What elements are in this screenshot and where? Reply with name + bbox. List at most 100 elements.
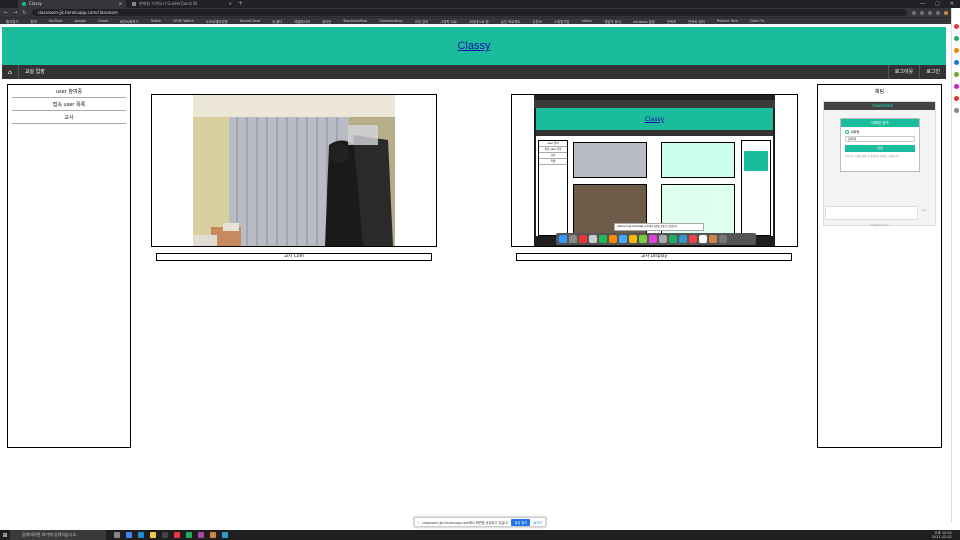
tab-classy[interactable]: Classy ✕: [18, 0, 126, 8]
bookmark-item[interactable]: google: [75, 19, 86, 23]
nickname-input[interactable]: 관리자: [845, 136, 915, 142]
forward-icon[interactable]: →: [13, 10, 17, 16]
app-icon[interactable]: [198, 532, 204, 538]
app-icon[interactable]: [222, 532, 228, 538]
app-icon[interactable]: [953, 48, 959, 53]
teacher-item[interactable]: 교사: [12, 113, 126, 124]
bookmark-item[interactable]: windows 설정: [633, 19, 655, 24]
maximize-icon[interactable]: ▢: [935, 0, 940, 8]
app-icon[interactable]: [953, 108, 959, 113]
new-tab-button[interactable]: +: [238, 0, 243, 8]
profile-icon[interactable]: [944, 10, 948, 15]
vscode-icon[interactable]: [138, 532, 144, 538]
extension-icon[interactable]: [928, 10, 932, 15]
site-title-link[interactable]: Classy: [457, 40, 490, 52]
bookmark-item[interactable]: 코딩테스트 정: [469, 19, 489, 24]
stop-sharing-button[interactable]: 공유 중지: [511, 518, 531, 526]
bookmark-item[interactable]: 연락처 정리: [688, 19, 705, 24]
dock-app-icon: [699, 235, 707, 243]
nav-classroom-link[interactable]: 교실 입장: [17, 65, 51, 79]
bookmark-item[interactable]: NYSE Watch: [173, 19, 194, 23]
bookmark-item[interactable]: 연락처: [667, 19, 676, 24]
nav-right-group: 로그아웃 로그인: [887, 65, 946, 79]
url-input[interactable]: classroom-jjk.herokuapp.com/classroom: [31, 9, 907, 16]
share-status-text: classroom-jjk.herokuapp.com에서 화면을 공유하고 있…: [422, 520, 509, 525]
nav-logout-link[interactable]: 로그아웃: [887, 65, 919, 79]
chat-option[interactable]: 대화명: [845, 130, 915, 134]
site-header: Classy: [2, 27, 946, 65]
bookmark-item[interactable]: 레벨하이커: [294, 19, 310, 24]
taskbar-search-input[interactable]: 검색하려면 여기에 입력하십시오.: [10, 530, 106, 540]
extension-icons: [912, 10, 956, 15]
app-icon[interactable]: [174, 532, 180, 538]
extension-icon[interactable]: [920, 10, 924, 15]
chrome-icon[interactable]: [126, 532, 132, 538]
extension-icon[interactable]: [912, 10, 916, 15]
app-icon[interactable]: [953, 36, 959, 41]
bookmark-item[interactable]: 소프트웨어지원: [206, 19, 228, 24]
bookmark-item[interactable]: 원격: [30, 19, 36, 24]
dock-app-icon: [579, 235, 587, 243]
inner-display-thumb: [661, 142, 735, 178]
bookmark-item[interactable]: SoundCloud: [240, 19, 260, 23]
connected-user-list-item[interactable]: 접속 user 목록: [12, 100, 126, 111]
app-icon[interactable]: [953, 96, 959, 101]
bookmark-item[interactable]: Gmail: [98, 19, 108, 23]
terminal-icon[interactable]: [162, 532, 168, 538]
close-tab-icon[interactable]: ✕: [229, 0, 232, 8]
bookmark-item[interactable]: YouTube: [49, 19, 63, 23]
system-tray[interactable]: 오후 10:01 2021-12-01: [932, 531, 960, 539]
chat-brand: TOGETHER: [872, 104, 894, 108]
user-participating-item[interactable]: user 참여중: [12, 87, 126, 98]
bookmark-item[interactable]: 개발자 문서: [604, 19, 621, 24]
reload-icon[interactable]: ↻: [22, 10, 26, 16]
send-icon[interactable]: ↵: [922, 208, 926, 214]
extension-icon[interactable]: [936, 10, 940, 15]
enter-chat-button[interactable]: 입장: [845, 145, 915, 152]
hide-share-bar-button[interactable]: 숨기기: [533, 520, 542, 525]
bookmark-item[interactable]: 즐겨찾기: [6, 19, 18, 24]
bookmark-item[interactable]: 회의녹화하기: [120, 19, 139, 24]
windows-start-icon[interactable]: ⊞: [0, 530, 10, 540]
app-icon[interactable]: [210, 532, 216, 538]
task-view-icon[interactable]: [114, 532, 120, 538]
bookmark-item[interactable]: Twitch: [151, 19, 162, 23]
bookmark-item[interactable]: Stackoverflow: [343, 19, 367, 23]
bookmark-item[interactable]: 새 폴더: [272, 19, 282, 24]
bookmark-item[interactable]: 스위핑기업: [554, 19, 570, 24]
bookmark-item[interactable]: 그래픽 자료: [440, 19, 457, 24]
app-icon[interactable]: [953, 60, 959, 65]
inner-cam-thumb: [573, 142, 647, 178]
bookmark-item[interactable]: 코딩 강의: [415, 19, 429, 24]
close-tab-icon[interactable]: ✕: [119, 0, 122, 8]
app-icon[interactable]: [953, 72, 959, 77]
tab-guide[interactable]: 현재창 가져오기 Guide(Quick Bl ✕: [128, 0, 236, 8]
home-icon[interactable]: ⌂: [2, 69, 18, 76]
radio-icon[interactable]: [845, 130, 849, 134]
bookmark-item[interactable]: 유튜브: [532, 19, 541, 24]
user-list-panel: user 참여중 접속 user 목록 교사: [7, 84, 131, 448]
close-window-icon[interactable]: ✕: [950, 0, 954, 8]
globe-icon: [22, 2, 26, 6]
inner-chat-panel: [741, 140, 771, 236]
bookmark-item[interactable]: Commonshop: [379, 19, 402, 23]
chat-message-input[interactable]: [825, 206, 918, 220]
bookmark-item[interactable]: Product Fam: [717, 19, 738, 23]
display-caption: 교사 Display: [516, 253, 792, 261]
bookmark-item[interactable]: 섭타운: [322, 19, 331, 24]
dock-app-icon: [719, 235, 727, 243]
drag-handle-icon[interactable]: ⁞: [418, 520, 419, 525]
chat-panel: 채팅 TOGETHER 대화방 참여 대화명 관리자 입장 사용자는 닉네임 입…: [817, 84, 942, 448]
back-icon[interactable]: ←: [4, 10, 8, 16]
chat-brand-bar: TOGETHER: [824, 102, 935, 110]
explorer-icon[interactable]: [150, 532, 156, 538]
minimize-icon[interactable]: —: [920, 0, 925, 8]
app-icon[interactable]: [186, 532, 192, 538]
dock-app-icon: [569, 235, 577, 243]
bookmark-item[interactable]: notion: [581, 19, 592, 23]
bookmark-item[interactable]: Claim Fo: [750, 19, 765, 23]
bookmark-item[interactable]: 실전 프로젝트: [501, 19, 521, 24]
app-icon[interactable]: [953, 24, 959, 29]
app-icon[interactable]: [953, 84, 959, 89]
nav-login-link[interactable]: 로그인: [919, 65, 946, 79]
